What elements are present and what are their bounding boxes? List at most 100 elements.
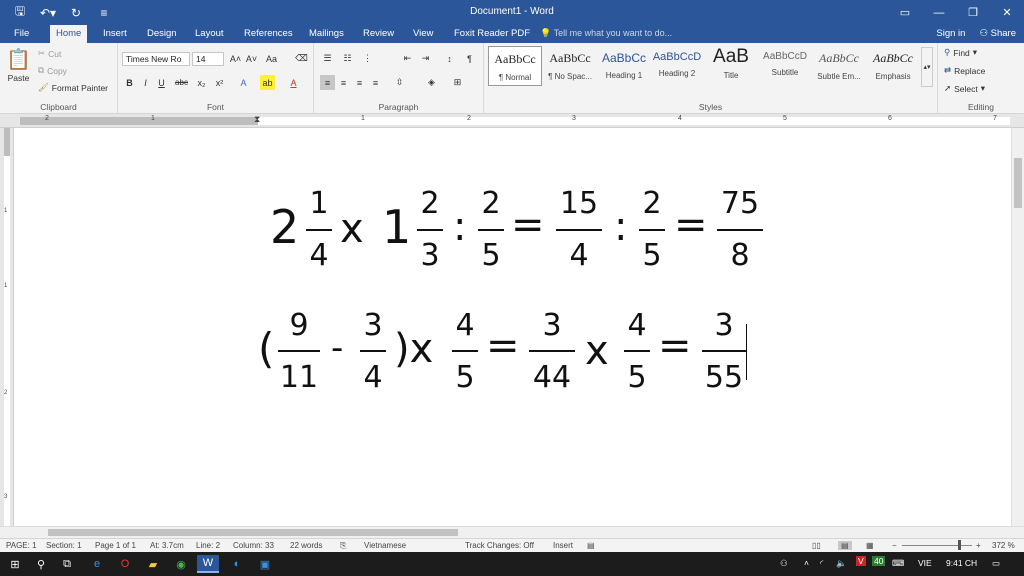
underline-button[interactable]: U: [154, 75, 169, 90]
restore-button[interactable]: ❐: [956, 0, 990, 25]
tab-home[interactable]: Home: [50, 25, 88, 43]
zoom-out-icon[interactable]: −: [892, 541, 897, 550]
superscript-button[interactable]: x²: [212, 75, 227, 90]
italic-button[interactable]: I: [138, 75, 153, 90]
input-language[interactable]: VIE: [918, 558, 932, 568]
indent-marker[interactable]: ⧗: [254, 114, 260, 125]
grow-font-button[interactable]: A˄: [228, 51, 243, 66]
zoom-slider-thumb[interactable]: [958, 540, 961, 550]
action-center-icon[interactable]: ▭: [992, 558, 1000, 569]
style-emphasis[interactable]: AaBbCc Emphasis: [866, 46, 920, 86]
opera-browser-icon[interactable]: O: [114, 555, 136, 573]
status-line[interactable]: Line: 2: [196, 541, 220, 550]
windows-start-icon[interactable]: ⊞: [4, 555, 26, 573]
style-title[interactable]: AaB Title: [704, 46, 758, 86]
subscript-button[interactable]: x₂: [194, 75, 209, 90]
align-center-icon[interactable]: ≡: [336, 75, 351, 90]
status-track-changes[interactable]: Track Changes: Off: [465, 541, 534, 550]
scroll-thumb[interactable]: [1014, 158, 1022, 208]
bullets-icon[interactable]: ☰: [320, 51, 335, 66]
zoom-in-icon[interactable]: +: [976, 541, 981, 550]
show-formatting-icon[interactable]: ¶: [462, 51, 477, 66]
task-view-icon[interactable]: ⧉: [56, 555, 78, 573]
read-mode-icon[interactable]: ▯▯: [812, 541, 821, 550]
horizontal-scrollbar[interactable]: [0, 526, 1024, 538]
status-page[interactable]: PAGE: 1: [6, 541, 37, 550]
tab-review[interactable]: Review: [357, 25, 400, 43]
change-case-button[interactable]: Aa: [264, 51, 279, 66]
style-subtle-emphasis[interactable]: AaBbCc Subtle Em...: [812, 46, 866, 86]
scroll-thumb[interactable]: [48, 529, 458, 536]
messenger-icon[interactable]: ◐: [226, 555, 248, 573]
document-page[interactable]: 2 1 4 x 1 2 3 : 2 5 = 15 4 : 2 5 = 75 8 …: [14, 128, 1011, 526]
sort-icon[interactable]: ↕: [442, 51, 457, 66]
horizontal-ruler[interactable]: 2 1 ⧗ 1 2 3 4 5 6 7: [0, 114, 1024, 128]
style-normal[interactable]: AaBbCc ¶ Normal: [488, 46, 542, 86]
styles-scroll-icon[interactable]: ▴▾: [921, 47, 933, 87]
proofing-icon[interactable]: ⎘: [340, 541, 346, 551]
wifi-icon[interactable]: ◜: [820, 558, 823, 569]
format-painter-button[interactable]: 🖌 Format Painter: [38, 82, 108, 93]
tab-mailings[interactable]: Mailings: [303, 25, 350, 43]
strikethrough-button[interactable]: abc: [174, 75, 189, 90]
edge-browser-icon[interactable]: e: [86, 555, 108, 573]
align-left-icon[interactable]: ≡: [320, 75, 335, 90]
macro-icon[interactable]: ▤: [587, 541, 595, 550]
word-app-icon[interactable]: W: [197, 555, 219, 573]
status-page-of[interactable]: Page 1 of 1: [95, 541, 136, 550]
bold-button[interactable]: B: [122, 75, 137, 90]
style-heading-2[interactable]: AaBbCcD Heading 2: [650, 46, 704, 86]
print-layout-icon[interactable]: ▤: [838, 541, 852, 550]
tab-layout[interactable]: Layout: [189, 25, 230, 43]
status-language[interactable]: Vietnamese: [364, 541, 406, 550]
close-button[interactable]: ✕: [990, 0, 1024, 25]
align-right-icon[interactable]: ≡: [352, 75, 367, 90]
style-no-spacing[interactable]: AaBbCc ¶ No Spac...: [543, 46, 597, 86]
sign-in-link[interactable]: Sign in: [936, 25, 965, 42]
status-at[interactable]: At: 3.7cm: [150, 541, 184, 550]
line-spacing-icon[interactable]: ⇳: [392, 75, 407, 90]
keyboard-icon[interactable]: ⌨: [892, 558, 904, 569]
shrink-font-button[interactable]: A˅: [244, 51, 259, 66]
vertical-ruler[interactable]: 1 1 2 3: [0, 128, 14, 526]
zoom-level[interactable]: 372 %: [992, 541, 1015, 550]
copy-button[interactable]: ⧉ Copy: [38, 65, 67, 76]
tab-design[interactable]: Design: [141, 25, 183, 43]
status-word-count[interactable]: 22 words: [290, 541, 322, 550]
numbering-icon[interactable]: ☷: [340, 51, 355, 66]
file-explorer-icon[interactable]: ▰: [142, 555, 164, 573]
tab-references[interactable]: References: [238, 25, 299, 43]
chrome-browser-icon[interactable]: ◉: [170, 555, 192, 573]
replace-button[interactable]: ⇄ Replace: [944, 65, 985, 76]
ribbon-display-options-button[interactable]: ▭: [888, 0, 922, 25]
style-subtitle[interactable]: AaBbCcD Subtitle: [758, 46, 812, 86]
borders-icon[interactable]: ⊞: [450, 75, 465, 90]
volume-icon[interactable]: 🔈: [836, 558, 847, 569]
decrease-indent-icon[interactable]: ⇤: [400, 51, 415, 66]
highlight-color-icon[interactable]: ab: [260, 75, 275, 90]
find-button[interactable]: ⚲ Find ▾: [944, 47, 977, 58]
minimize-button[interactable]: —: [922, 0, 956, 25]
text-effects-icon[interactable]: A: [236, 75, 251, 90]
share-button[interactable]: ⚇ Share: [979, 25, 1016, 42]
vietkey-icon[interactable]: V: [856, 556, 866, 566]
clear-formatting-icon[interactable]: ⌫: [294, 51, 309, 66]
increase-indent-icon[interactable]: ⇥: [418, 51, 433, 66]
cut-button[interactable]: ✂ Cut: [38, 48, 61, 59]
search-icon[interactable]: ⚲: [30, 555, 52, 573]
people-icon[interactable]: ⚇: [780, 558, 788, 569]
select-button[interactable]: ➚ Select ▾: [944, 83, 985, 94]
justify-icon[interactable]: ≡: [368, 75, 383, 90]
web-layout-icon[interactable]: ▦: [866, 541, 874, 550]
font-name-combo[interactable]: Times New Ro: [122, 52, 190, 66]
vertical-scrollbar[interactable]: [1011, 128, 1024, 526]
shading-icon[interactable]: ◈: [424, 75, 439, 90]
show-hidden-icons-icon[interactable]: ˄: [804, 558, 809, 568]
notification-badge[interactable]: 40: [872, 556, 886, 566]
font-size-combo[interactable]: 14: [192, 52, 224, 66]
zoom-slider[interactable]: [902, 545, 972, 546]
style-heading-1[interactable]: AaBbCc Heading 1: [597, 46, 651, 86]
tell-me-box[interactable]: 💡 Tell me what you want to do...: [540, 25, 672, 42]
paste-button[interactable]: 📋 Paste: [6, 47, 31, 83]
multilevel-list-icon[interactable]: ⋮: [360, 51, 375, 66]
